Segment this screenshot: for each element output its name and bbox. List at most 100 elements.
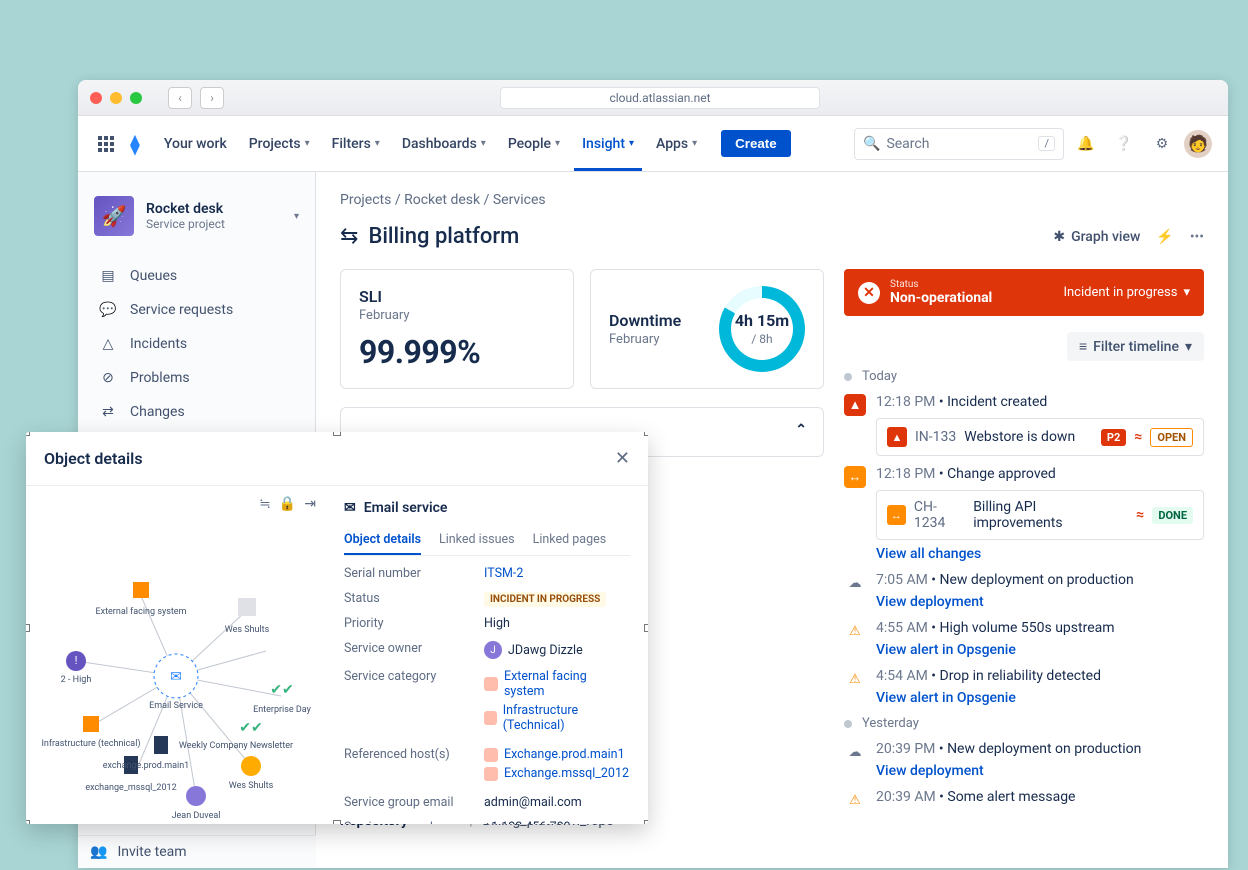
tab-linked-issues[interactable]: Linked issues — [439, 526, 515, 555]
incident-icon: ▲ — [844, 394, 866, 416]
field-label: Service owner — [344, 641, 474, 659]
timeline-title: Drop in reliability detected — [940, 668, 1102, 684]
search-input[interactable]: 🔍 Search / — [854, 128, 1064, 160]
tab-object-details[interactable]: Object details — [344, 526, 421, 555]
project-switcher[interactable]: 🚀 Rocket desk Service project ▾ — [86, 188, 307, 244]
window-maximize-icon[interactable] — [130, 92, 142, 104]
page-title-text: Billing platform — [368, 224, 519, 249]
selection-handle[interactable] — [26, 432, 30, 436]
sidebar-item-problems[interactable]: ⊘Problems — [86, 362, 307, 394]
svg-text:Infrastructure (technical): Infrastructure (technical) — [41, 738, 140, 749]
url-bar[interactable]: cloud.atlassian.net — [500, 87, 820, 109]
nav-label: Dashboards — [402, 136, 477, 152]
nav-people[interactable]: People▾ — [500, 130, 568, 158]
breadcrumb[interactable]: Projects / Rocket desk / Services — [340, 192, 1204, 208]
field-label: Service category — [344, 669, 474, 737]
help-icon[interactable]: ❔ — [1108, 128, 1140, 160]
nav-filters[interactable]: Filters▾ — [324, 130, 388, 158]
svg-text:✉: ✉ — [170, 669, 182, 685]
sidebar-item-queues[interactable]: ▤Queues — [86, 260, 307, 292]
nav-projects[interactable]: Projects▾ — [241, 130, 318, 158]
close-icon[interactable]: ✕ — [615, 448, 630, 469]
sli-period: February — [359, 308, 480, 323]
status-label: Status — [890, 279, 992, 290]
status-value: Non-operational — [890, 290, 992, 306]
selection-handle[interactable] — [644, 432, 648, 436]
window-close-icon[interactable] — [90, 92, 102, 104]
app-switcher-icon[interactable] — [94, 132, 118, 156]
serial-number-link[interactable]: ITSM-2 — [484, 566, 523, 581]
sidebar-item-label: Service requests — [130, 302, 233, 318]
create-button[interactable]: Create — [721, 130, 791, 157]
change-card[interactable]: ↔ CH-1234 Billing API improvements ≈ DON… — [876, 490, 1204, 540]
sliders-icon[interactable]: ≒ — [259, 496, 271, 512]
host-chip[interactable]: Exchange.mssql_2012 — [484, 766, 630, 781]
sidebar-item-incidents[interactable]: △Incidents — [86, 328, 307, 360]
filter-timeline-button[interactable]: ≡ Filter timeline ▾ — [1067, 332, 1204, 361]
timeline-time: 20:39 AM — [876, 789, 936, 805]
nav-forward-button[interactable]: › — [200, 87, 224, 109]
top-nav: ⧫ Your work Projects▾ Filters▾ Dashboard… — [78, 116, 1228, 172]
view-all-changes-link[interactable]: View all changes — [876, 546, 981, 562]
nav-back-button[interactable]: ‹ — [168, 87, 192, 109]
selection-handle[interactable] — [333, 820, 341, 824]
selection-handle[interactable] — [26, 624, 30, 632]
timeline-title: New deployment on production — [940, 572, 1134, 588]
selection-handle[interactable] — [644, 820, 648, 824]
notifications-icon[interactable]: 🔔 — [1070, 128, 1102, 160]
host-chip[interactable]: Exchange.prod.main1 — [484, 747, 630, 762]
view-alert-link[interactable]: View alert in Opsgenie — [876, 690, 1016, 706]
tab-linked-pages[interactable]: Linked pages — [533, 526, 607, 555]
project-type: Service project — [146, 217, 225, 231]
crumb-projects[interactable]: Projects — [340, 192, 391, 208]
nav-apps[interactable]: Apps ▾ — [648, 130, 705, 158]
chevron-down-icon: ▾ — [692, 138, 697, 149]
sli-value: 99.999% — [359, 333, 480, 371]
timeline-title: Some alert message — [947, 789, 1075, 805]
nav-your-work[interactable]: Your work — [156, 130, 235, 158]
view-deployment-link[interactable]: View deployment — [876, 594, 984, 610]
svg-text:✔✔: ✔✔ — [239, 720, 262, 736]
automation-icon[interactable]: ⚡ — [1156, 229, 1173, 245]
downtime-value: 4h 15m / 8h — [735, 311, 789, 347]
avatar-icon: J — [484, 641, 502, 659]
user-avatar[interactable]: 🧑 — [1184, 130, 1212, 158]
priority-icon: ≈ — [1136, 507, 1144, 523]
view-alert-link[interactable]: View alert in Opsgenie — [876, 642, 1016, 658]
timeline-item: ▲ 12:18 PM • Incident created ▲ IN-133 W… — [844, 394, 1204, 456]
selection-handle[interactable] — [26, 820, 30, 824]
svg-text:Wes Shults: Wes Shults — [225, 625, 270, 635]
change-icon: ↔ — [844, 466, 866, 488]
export-icon[interactable]: ⇥ — [304, 496, 316, 512]
status-banner[interactable]: ✕ Status Non-operational Incident in pro… — [844, 269, 1204, 316]
priority-icon: ≈ — [1134, 429, 1142, 445]
invite-team-button[interactable]: 👥 Invite team — [78, 835, 316, 868]
category-chip[interactable]: External facing system — [484, 669, 630, 699]
selection-handle[interactable] — [333, 432, 341, 436]
crumb-project[interactable]: Rocket desk — [404, 192, 480, 208]
graph-view-button[interactable]: ✱Graph view — [1053, 229, 1140, 245]
product-logo-icon[interactable]: ⧫ — [130, 132, 140, 156]
timeline-item: ⚠︎ 4:54 AM • Drop in reliability detecte… — [844, 668, 1204, 706]
object-graph[interactable]: ≒ 🔒 ⇥ — [26, 486, 326, 824]
nav-label: Apps — [656, 136, 688, 152]
issue-key: CH-1234 — [914, 499, 965, 531]
sli-label: SLI — [359, 287, 480, 306]
view-deployment-link[interactable]: View deployment — [876, 763, 984, 779]
service-owner-link[interactable]: JJDawg Dizzle — [484, 641, 630, 659]
sidebar-item-changes[interactable]: ⇄Changes — [86, 396, 307, 428]
more-actions-icon[interactable]: ••• — [1190, 229, 1204, 245]
nav-dashboards[interactable]: Dashboards▾ — [394, 130, 494, 158]
selection-handle[interactable] — [644, 624, 648, 632]
crumb-section[interactable]: Services — [493, 192, 546, 208]
window-minimize-icon[interactable] — [110, 92, 122, 104]
settings-icon[interactable]: ⚙ — [1146, 128, 1178, 160]
timeline-item: ☁︎ 7:05 AM • New deployment on productio… — [844, 572, 1204, 610]
incident-card[interactable]: ▲ IN-133 Webstore is down P2 ≈ OPEN — [876, 418, 1204, 456]
sidebar-item-service-requests[interactable]: 💬Service requests — [86, 294, 307, 326]
lock-icon[interactable]: 🔒 — [279, 496, 296, 512]
sidebar-item-label: Problems — [130, 370, 190, 386]
timeline-time: 12:18 PM — [876, 394, 935, 410]
category-chip[interactable]: Infrastructure (Technical) — [484, 703, 630, 733]
nav-insight[interactable]: Insight▾ — [574, 117, 642, 171]
